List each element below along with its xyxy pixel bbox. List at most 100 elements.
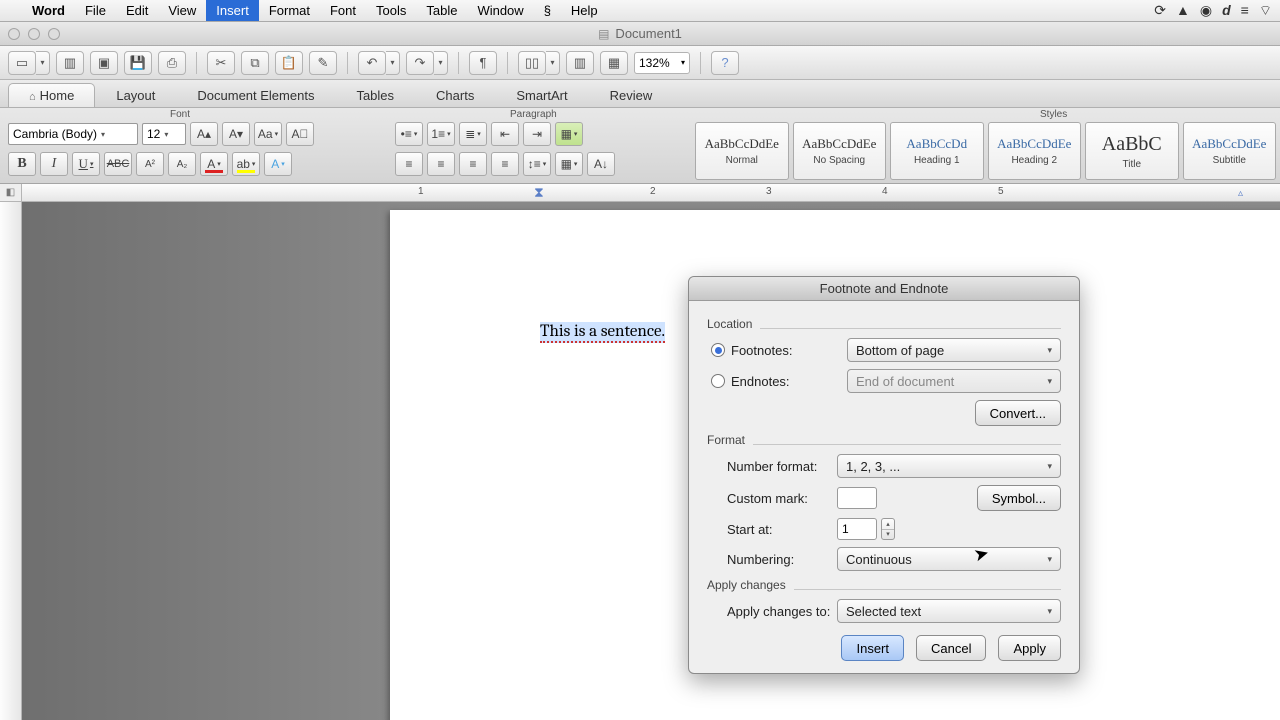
custom-mark-input[interactable]	[837, 487, 877, 509]
copy-button[interactable]: ⧉	[241, 51, 269, 75]
superscript-button[interactable]: A²	[136, 152, 164, 176]
number-format-select[interactable]: 1, 2, 3, ...▾	[837, 454, 1061, 478]
menu-font[interactable]: Font	[320, 0, 366, 21]
undo-button[interactable]: ↶	[358, 51, 386, 75]
menu-tools[interactable]: Tools	[366, 0, 416, 21]
gallery-button[interactable]: ▦	[600, 51, 628, 75]
undo-dropdown[interactable]: ▾	[386, 51, 400, 75]
hat-icon[interactable]: ◉	[1200, 2, 1212, 20]
cancel-button[interactable]: Cancel	[916, 635, 986, 661]
apply-changes-to-select[interactable]: Selected text▾	[837, 599, 1061, 623]
sync-icon[interactable]: ⟳	[1154, 2, 1166, 20]
grow-font-button[interactable]: A▴	[190, 122, 218, 146]
style-heading-2[interactable]: AaBbCcDdEeHeading 2	[988, 122, 1082, 180]
open-folder-button[interactable]: ▣	[90, 51, 118, 75]
indent-marker-icon[interactable]: ⧗	[534, 184, 544, 201]
bullets-button[interactable]: •≡▾	[395, 122, 423, 146]
tab-smartart[interactable]: SmartArt	[495, 83, 588, 107]
new-doc-dropdown[interactable]: ▾	[36, 51, 50, 75]
pilcrow-button[interactable]: ¶	[469, 51, 497, 75]
stepper-down-icon[interactable]: ▾	[882, 530, 894, 540]
numbering-button[interactable]: 1≡▾	[427, 122, 455, 146]
cut-button[interactable]: ✂	[207, 51, 235, 75]
align-left-button[interactable]: ≡	[395, 152, 423, 176]
styles-gallery[interactable]: AaBbCcDdEeNormal AaBbCcDdEeNo Spacing Aa…	[695, 122, 1276, 180]
bold-button[interactable]: B	[8, 152, 36, 176]
script-icon[interactable]: §	[534, 0, 561, 21]
tab-review[interactable]: Review	[589, 83, 674, 107]
open-button[interactable]: ▥	[56, 51, 84, 75]
menu-help[interactable]: Help	[561, 0, 608, 21]
endnotes-radio-label[interactable]: Endnotes:	[707, 374, 847, 389]
start-at-stepper[interactable]: ▴▾	[881, 518, 895, 540]
menu-table[interactable]: Table	[416, 0, 467, 21]
borders-button[interactable]: ▦▾	[555, 122, 583, 146]
line-spacing-button[interactable]: ↕≡▾	[523, 152, 551, 176]
menu-insert[interactable]: Insert	[206, 0, 259, 21]
drive-icon[interactable]: ▲	[1176, 2, 1190, 20]
right-indent-marker-icon[interactable]: ▵	[1238, 188, 1243, 199]
zoom-combo[interactable]: 132%▾	[634, 52, 690, 74]
symbol-button[interactable]: Symbol...	[977, 485, 1061, 511]
start-at-input[interactable]	[837, 518, 877, 540]
save-button[interactable]: 💾	[124, 51, 152, 75]
convert-button[interactable]: Convert...	[975, 400, 1061, 426]
text-effects-button[interactable]: A▾	[264, 152, 292, 176]
menu-window[interactable]: Window	[467, 0, 533, 21]
zoom-window-icon[interactable]	[48, 28, 60, 40]
close-window-icon[interactable]	[8, 28, 20, 40]
menu-format[interactable]: Format	[259, 0, 320, 21]
tab-document-elements[interactable]: Document Elements	[176, 83, 335, 107]
increase-indent-button[interactable]: ⇥	[523, 122, 551, 146]
columns-button[interactable]: ▯▯	[518, 51, 546, 75]
justify-button[interactable]: ≡	[491, 152, 519, 176]
sort-button[interactable]: A↓	[587, 152, 615, 176]
tab-charts[interactable]: Charts	[415, 83, 495, 107]
decrease-indent-button[interactable]: ⇤	[491, 122, 519, 146]
redo-button[interactable]: ↷	[406, 51, 434, 75]
wifi-icon[interactable]: ⌔	[1259, 2, 1272, 20]
style-normal[interactable]: AaBbCcDdEeNormal	[695, 122, 789, 180]
apply-button[interactable]: Apply	[998, 635, 1061, 661]
font-size-combo[interactable]: 12▾	[142, 123, 186, 145]
style-no-spacing[interactable]: AaBbCcDdEeNo Spacing	[793, 122, 887, 180]
shading-button[interactable]: ▦▾	[555, 152, 583, 176]
app-name[interactable]: Word	[22, 3, 75, 18]
columns-dropdown[interactable]: ▾	[546, 51, 560, 75]
help-button[interactable]: ?	[711, 51, 739, 75]
footnotes-radio[interactable]	[711, 343, 725, 357]
shrink-font-button[interactable]: A▾	[222, 122, 250, 146]
tab-home[interactable]: ⌂Home	[8, 83, 95, 107]
format-painter-button[interactable]: ✎	[309, 51, 337, 75]
align-right-button[interactable]: ≡	[459, 152, 487, 176]
tab-tables[interactable]: Tables	[335, 83, 415, 107]
redo-dropdown[interactable]: ▾	[434, 51, 448, 75]
d-icon[interactable]: d	[1222, 2, 1231, 20]
clear-format-button[interactable]: A⃠	[286, 122, 314, 146]
font-name-combo[interactable]: Cambria (Body)▾	[8, 123, 138, 145]
ruler-corner[interactable]: ◧	[0, 184, 22, 202]
insert-button[interactable]: Insert	[841, 635, 904, 661]
tab-layout[interactable]: Layout	[95, 83, 176, 107]
paste-button[interactable]: 📋	[275, 51, 303, 75]
footnotes-location-select[interactable]: Bottom of page▾	[847, 338, 1061, 362]
numbering-select[interactable]: Continuous▾	[837, 547, 1061, 571]
document-canvas[interactable]: This is a sentence.	[22, 202, 1280, 720]
menu-edit[interactable]: Edit	[116, 0, 158, 21]
multilevel-button[interactable]: ≣▾	[459, 122, 487, 146]
subscript-button[interactable]: A₂	[168, 152, 196, 176]
bars-icon[interactable]: ≡	[1241, 2, 1249, 20]
minimize-window-icon[interactable]	[28, 28, 40, 40]
align-center-button[interactable]: ≡	[427, 152, 455, 176]
ruler-vertical[interactable]	[0, 202, 22, 720]
style-subtitle[interactable]: AaBbCcDdEeSubtitle	[1183, 122, 1277, 180]
print-button[interactable]: ⎙	[158, 51, 186, 75]
new-doc-button[interactable]: ▭	[8, 51, 36, 75]
endnotes-radio[interactable]	[711, 374, 725, 388]
font-color-button[interactable]: A▾	[200, 152, 228, 176]
sidebar-button[interactable]: ▥	[566, 51, 594, 75]
strikethrough-button[interactable]: ABC	[104, 152, 132, 176]
footnotes-radio-label[interactable]: Footnotes:	[707, 343, 847, 358]
stepper-up-icon[interactable]: ▴	[882, 519, 894, 530]
underline-button[interactable]: U▾	[72, 152, 100, 176]
